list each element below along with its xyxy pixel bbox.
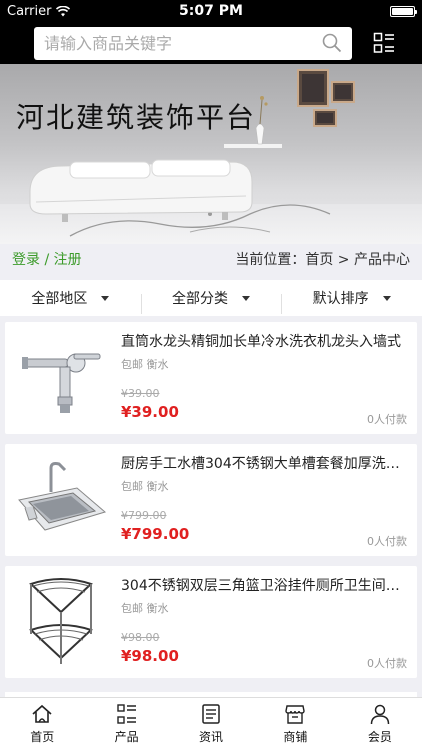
product-card[interactable]: 厨房手工水槽304不锈钢大单槽套餐加厚洗菜盆 包邮 衡水 ¥799.00 ¥79… — [5, 444, 417, 556]
product-original-price: ¥39.00 — [121, 387, 160, 400]
banner[interactable]: 河北建筑装饰平台 — [0, 64, 422, 244]
filter-bar: 全部地区 全部分类 默认排序 — [0, 280, 422, 316]
user-icon — [370, 704, 390, 725]
product-card[interactable]: 304不锈钢双层三角篮卫浴挂件厕所卫生间置物架 包邮 衡水 ¥98.00 ¥98… — [5, 566, 417, 678]
list-icon — [116, 704, 136, 724]
chevron-down-icon — [242, 295, 250, 301]
bottom-tab-bar: 首页 产品 资讯 商铺 会员 — [0, 697, 422, 750]
store-icon — [285, 705, 306, 724]
news-icon — [202, 704, 220, 724]
product-title: 304不锈钢双层三角篮卫浴挂件厕所卫生间置物架 — [121, 578, 411, 594]
product-meta: 包邮 衡水 — [121, 358, 169, 371]
tab-news[interactable]: 资讯 — [169, 698, 253, 750]
filter-region[interactable]: 全部地区 — [0, 288, 141, 308]
product-title: 厨房手工水槽304不锈钢大单槽套餐加厚洗菜盆 — [121, 456, 411, 472]
tab-products[interactable]: 产品 — [84, 698, 168, 750]
home-icon — [32, 704, 52, 723]
filter-sort[interactable]: 默认排序 — [281, 288, 422, 314]
link-separator: / — [44, 252, 50, 268]
search-input[interactable] — [44, 33, 322, 53]
product-original-price: ¥799.00 — [121, 509, 167, 522]
register-link[interactable]: 注册 — [54, 252, 82, 268]
product-card[interactable]: 直筒水龙头精铜加长单冷水洗衣机龙头入墙式 包邮 衡水 ¥39.00 ¥39.00… — [5, 322, 417, 434]
corner-rack-image — [13, 574, 109, 670]
chevron-down-icon — [101, 295, 110, 301]
product-price: ¥98.00 — [121, 647, 179, 665]
header-bar — [0, 22, 422, 64]
product-price: ¥39.00 — [121, 403, 179, 421]
product-sales: 0人付款 — [367, 413, 407, 426]
tab-member[interactable]: 会员 — [338, 698, 422, 750]
grid-list-icon — [373, 32, 394, 53]
product-original-price: ¥98.00 — [121, 631, 160, 644]
wifi-icon — [56, 5, 71, 16]
product-sales: 0人付款 — [367, 657, 407, 670]
product-sales: 0人付款 — [367, 535, 407, 548]
breadcrumb: 当前位置：首页 > 产品中心 — [235, 252, 410, 268]
banner-decor-image — [29, 69, 355, 237]
product-meta: 包邮 衡水 — [121, 480, 169, 493]
battery-icon — [390, 5, 417, 17]
tab-home[interactable]: 首页 — [0, 698, 84, 750]
product-meta: 包邮 衡水 — [121, 602, 169, 615]
carrier-label: Carrier — [7, 3, 52, 19]
login-link[interactable]: 登录 — [12, 252, 40, 268]
product-title: 直筒水龙头精铜加长单冷水洗衣机龙头入墙式 — [121, 334, 401, 350]
filter-category[interactable]: 全部分类 — [140, 288, 282, 314]
tab-store[interactable]: 商铺 — [253, 698, 337, 750]
category-menu-button[interactable] — [372, 31, 396, 55]
breadcrumb-bar: 登录 / 注册 当前位置：首页 > 产品中心 — [0, 244, 422, 274]
clock: 5:07 PM — [179, 3, 243, 19]
search-icon[interactable] — [322, 33, 342, 53]
sink-image — [13, 452, 109, 548]
faucet-image — [13, 330, 109, 426]
chevron-down-icon — [382, 295, 391, 301]
search-box[interactable] — [34, 26, 352, 60]
product-price: ¥799.00 — [121, 525, 190, 543]
status-bar: Carrier 5:07 PM — [0, 0, 422, 22]
